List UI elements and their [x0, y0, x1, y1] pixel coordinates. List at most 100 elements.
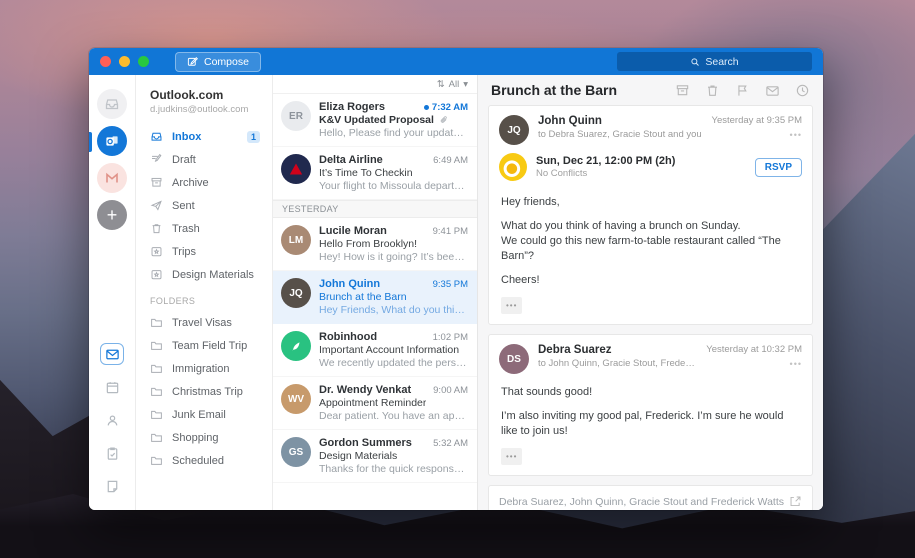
all-inboxes-avatar[interactable]: [97, 89, 127, 119]
unread-dot: [423, 105, 429, 110]
list-filter-bar[interactable]: ⇅ All ▾: [273, 75, 477, 94]
sidebar-folder-christmas-trip[interactable]: Christmas Trip: [136, 380, 272, 403]
avatar: GS: [281, 437, 311, 467]
sidebar-folder-junk-email[interactable]: Junk Email: [136, 403, 272, 426]
rsvp-button[interactable]: RSVP: [754, 157, 802, 177]
sidebar-item-sent[interactable]: Sent: [136, 194, 272, 217]
sidebar-item-inbox[interactable]: Inbox 1: [136, 125, 272, 148]
show-quoted-text-button[interactable]: •••: [501, 297, 523, 314]
popout-compose-icon[interactable]: [789, 495, 802, 508]
message-subject: Important Account Information: [319, 344, 460, 356]
message-subject: Design Materials: [319, 450, 398, 462]
search-input[interactable]: Search: [617, 52, 812, 71]
flag-icon[interactable]: [735, 83, 750, 98]
message-preview: Hey! How is it going? It’s been long...: [319, 251, 468, 263]
sidebar-item-trips[interactable]: Trips: [136, 240, 272, 263]
sidebar-folder-travel-visas[interactable]: Travel Visas: [136, 311, 272, 334]
avatar: ER: [281, 101, 311, 131]
message-preview: Hey Friends, What do you think of g...: [319, 304, 468, 316]
message-time: 9:00 AM: [433, 385, 468, 396]
sidebar-folder-shopping[interactable]: Shopping: [136, 426, 272, 449]
message-body: That sounds good! I’m also inviting my g…: [489, 379, 812, 475]
close-window-button[interactable]: [100, 56, 111, 67]
account-header: Outlook.com d.judkins@outlook.com: [136, 88, 272, 125]
show-quoted-text-button[interactable]: •••: [501, 448, 523, 465]
smart-folder-icon: [150, 245, 172, 258]
message-time: 9:41 PM: [432, 226, 468, 237]
nav-notes-button[interactable]: [100, 475, 124, 497]
archive-icon: [150, 176, 172, 189]
outlook-window: Compose Search + Outlook.com d.judkins@o…: [89, 48, 823, 510]
inbox-icon: [150, 130, 172, 143]
account-name: Outlook.com: [150, 88, 224, 102]
reply-recipients-field[interactable]: Debra Suarez, John Quinn, Gracie Stout a…: [499, 496, 789, 508]
more-options-icon[interactable]: •••: [712, 130, 802, 140]
folder-icon: [150, 454, 172, 467]
recipients-line: to Debra Suarez, Gracie Stout and you: [538, 129, 702, 140]
nav-mail-button[interactable]: [100, 343, 124, 365]
message-row-lucile-moran[interactable]: LM Lucile Moran 9:41 PM Hello From Brook…: [273, 218, 477, 271]
sidebar-folder-immigration[interactable]: Immigration: [136, 357, 272, 380]
delete-icon[interactable]: [705, 83, 720, 98]
message-card-john-quinn: JQ John Quinn to Debra Suarez, Gracie St…: [488, 105, 813, 325]
outlook-account-avatar[interactable]: [97, 126, 127, 156]
sender-name: Lucile Moran: [319, 225, 387, 237]
sidebar-folder-team-field-trip[interactable]: Team Field Trip: [136, 334, 272, 357]
more-options-icon[interactable]: •••: [706, 359, 802, 369]
folders-section-header: FOLDERS: [150, 296, 196, 306]
folder-icon: [150, 362, 172, 375]
message-body: Hey friends, What do you think of having…: [489, 189, 812, 324]
sender-name: John Quinn: [319, 278, 381, 290]
sidebar-item-design-materials[interactable]: Design Materials: [136, 263, 272, 286]
event-conflicts: No Conflicts: [536, 168, 588, 179]
sender-name: Eliza Rogers: [319, 101, 386, 113]
message-preview: Thanks for the quick response! I wi...: [319, 463, 468, 475]
avatar: [281, 154, 311, 184]
sidebar-item-draft[interactable]: Draft: [136, 148, 272, 171]
chevron-down-icon: ▾: [463, 78, 468, 90]
add-account-button[interactable]: +: [97, 200, 127, 230]
inline-reply-composer: Debra Suarez, John Quinn, Gracie Stout a…: [488, 485, 813, 510]
message-row-gordon-summers[interactable]: GS Gordon Summers 5:32 AM Design Materia…: [273, 430, 477, 483]
message-row-john-quinn[interactable]: JQ John Quinn 9:35 PM Brunch at the Barn…: [273, 271, 477, 324]
message-subject: Brunch at the Barn: [319, 291, 407, 303]
gmail-account-avatar[interactable]: [97, 163, 127, 193]
account-email: d.judkins@outlook.com: [150, 104, 249, 115]
message-row-robinhood[interactable]: Robinhood 1:02 PM Important Account Info…: [273, 324, 477, 377]
nav-people-button[interactable]: [100, 409, 124, 431]
archive-icon[interactable]: [675, 83, 690, 98]
attachment-icon: [439, 115, 449, 125]
sent-icon: [150, 199, 172, 212]
message-row-delta-airline[interactable]: Delta Airline 6:49 AM It’s Time To Check…: [273, 147, 477, 200]
folder-icon: [150, 316, 172, 329]
minimize-window-button[interactable]: [119, 56, 130, 67]
folder-icon: [150, 339, 172, 352]
search-placeholder: Search: [705, 55, 739, 68]
folder-icon: [150, 408, 172, 421]
mark-unread-icon[interactable]: [765, 83, 780, 98]
zoom-window-button[interactable]: [138, 56, 149, 67]
search-icon: [690, 57, 700, 67]
nav-tasks-button[interactable]: [100, 442, 124, 464]
message-subject: Appointment Reminder: [319, 397, 427, 409]
message-row-wendy-venkat[interactable]: WV Dr. Wendy Venkat 9:00 AM Appointment …: [273, 377, 477, 430]
sidebar-item-archive[interactable]: Archive: [136, 171, 272, 194]
message-list: ⇅ All ▾ ER Eliza Rogers 7:32 AM K&V Upda…: [273, 75, 478, 510]
sender-name: Delta Airline: [319, 154, 383, 166]
message-row-eliza-rogers[interactable]: ER Eliza Rogers 7:32 AM K&V Updated Prop…: [273, 94, 477, 147]
delta-logo-icon: [289, 163, 303, 175]
folder-icon: [150, 385, 172, 398]
avatar: LM: [281, 225, 311, 255]
plus-icon: +: [106, 204, 118, 225]
nav-calendar-button[interactable]: [100, 376, 124, 398]
snooze-icon[interactable]: [795, 83, 810, 98]
folder-icon: [150, 431, 172, 444]
inbox-tray-icon: [104, 96, 120, 112]
filter-label: All: [448, 78, 460, 90]
gmail-envelope-icon: [104, 170, 120, 186]
compose-button[interactable]: Compose: [175, 51, 261, 72]
sender-name: Dr. Wendy Venkat: [319, 384, 412, 396]
message-subject: Hello From Brooklyn!: [319, 238, 418, 250]
sidebar-item-trash[interactable]: Trash: [136, 217, 272, 240]
sidebar-folder-scheduled[interactable]: Scheduled: [136, 449, 272, 472]
